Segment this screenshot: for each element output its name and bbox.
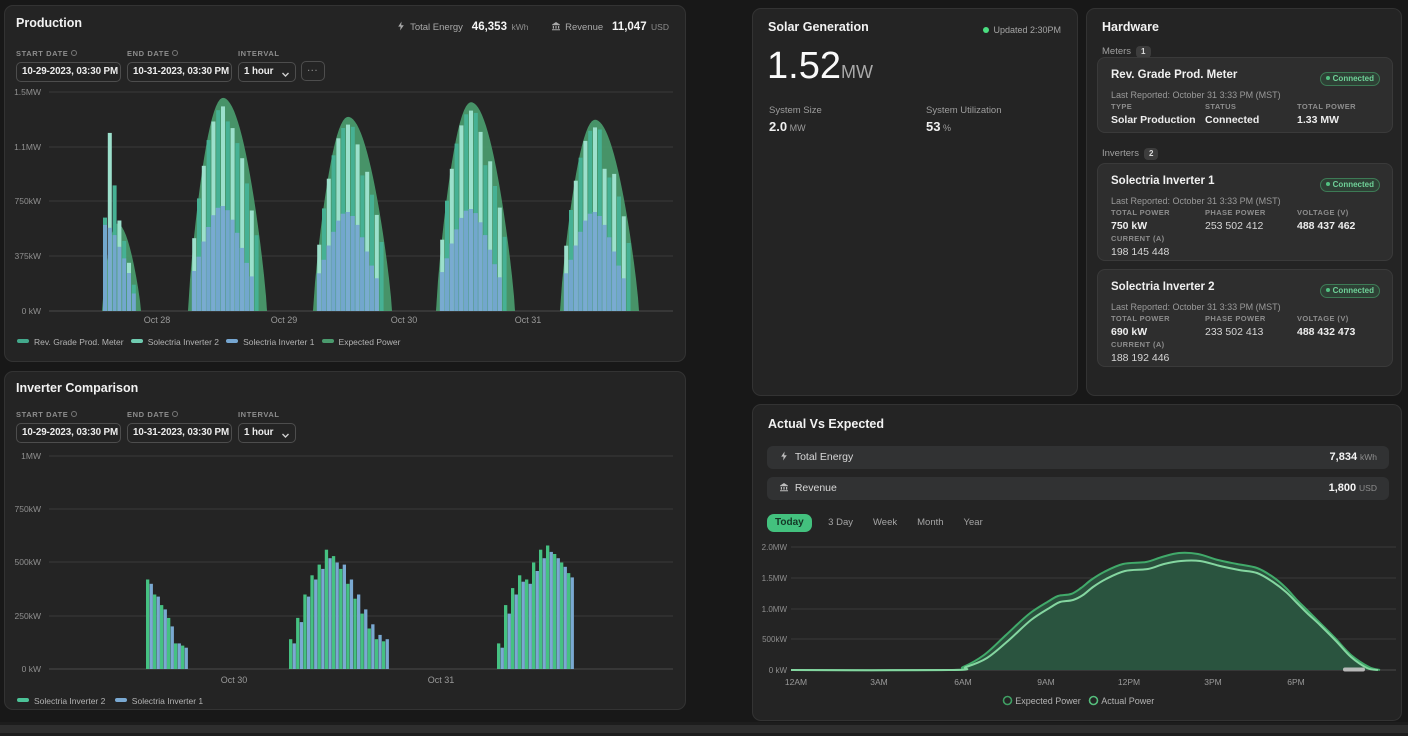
svg-text:500kW: 500kW	[15, 557, 41, 567]
svg-text:1.5MW: 1.5MW	[762, 574, 788, 583]
svg-text:Oct 30: Oct 30	[221, 675, 248, 685]
svg-text:2.0MW: 2.0MW	[762, 543, 788, 552]
svg-text:3PM: 3PM	[1204, 677, 1221, 687]
svg-text:12AM: 12AM	[785, 677, 807, 687]
svg-text:6AM: 6AM	[954, 677, 971, 687]
svg-text:1.1MW: 1.1MW	[14, 142, 41, 152]
svg-text:1MW: 1MW	[21, 451, 41, 461]
svg-text:0 kW: 0 kW	[769, 666, 788, 675]
svg-text:3AM: 3AM	[870, 677, 887, 687]
svg-text:0 kW: 0 kW	[22, 664, 41, 674]
svg-text:Oct 31: Oct 31	[515, 315, 542, 325]
svg-text:375kW: 375kW	[15, 251, 41, 261]
svg-text:9AM: 9AM	[1037, 677, 1054, 687]
svg-text:0 kW: 0 kW	[22, 306, 41, 316]
svg-text:Oct 31: Oct 31	[428, 675, 455, 685]
svg-text:6PM: 6PM	[1287, 677, 1304, 687]
svg-text:750kW: 750kW	[15, 196, 41, 206]
svg-text:750kW: 750kW	[15, 504, 41, 514]
svg-text:1.5MW: 1.5MW	[14, 87, 41, 97]
svg-text:1.0MW: 1.0MW	[762, 605, 788, 614]
svg-text:500kW: 500kW	[762, 635, 787, 644]
svg-text:Oct 28: Oct 28	[144, 315, 171, 325]
svg-text:250kW: 250kW	[15, 611, 41, 621]
svg-text:Oct 29: Oct 29	[271, 315, 298, 325]
svg-text:12PM: 12PM	[1118, 677, 1140, 687]
svg-text:Oct 30: Oct 30	[391, 315, 418, 325]
